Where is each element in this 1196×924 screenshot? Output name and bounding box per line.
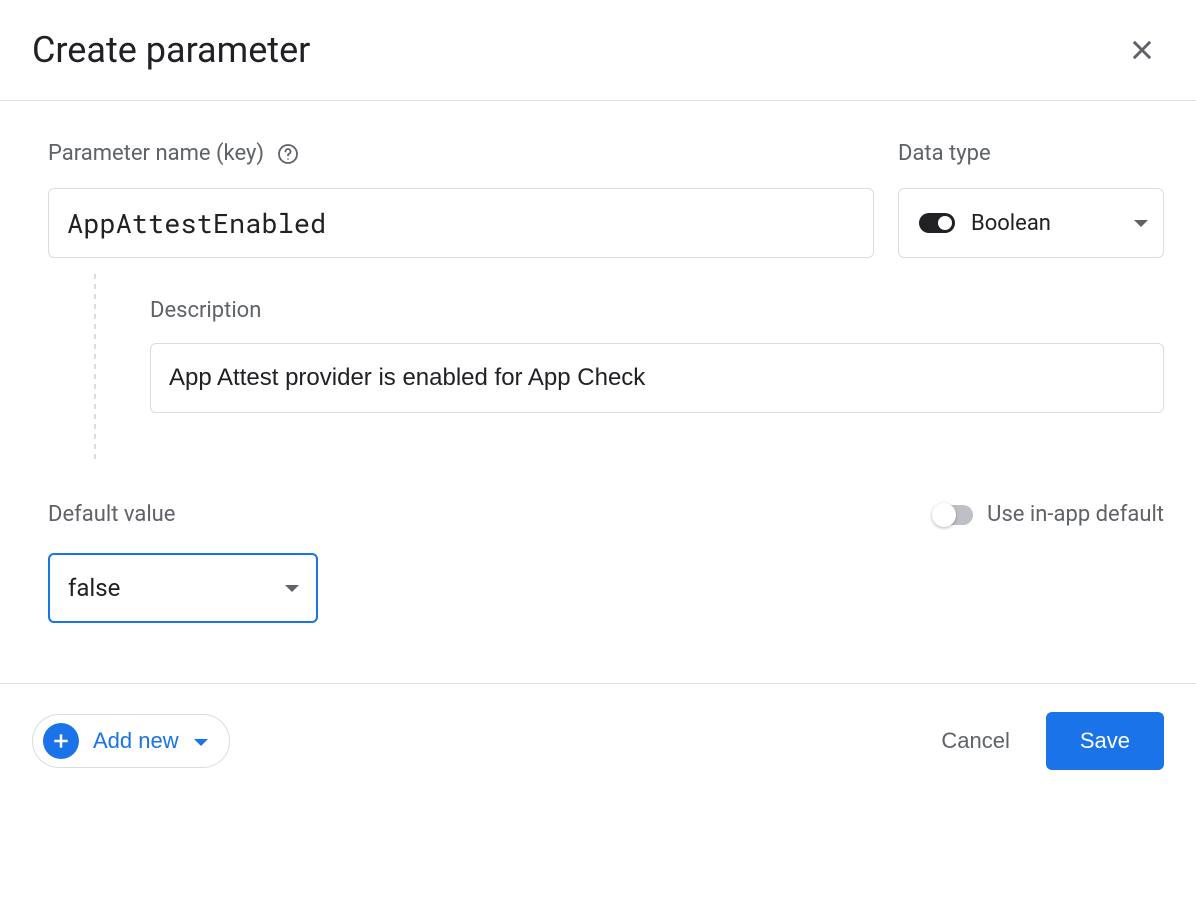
default-value-text: false — [68, 574, 120, 602]
inapp-default-toggle-group: Use in-app default — [933, 502, 1164, 527]
default-value-label: Default value — [48, 502, 175, 527]
datatype-select-text: Boolean — [971, 211, 1051, 236]
description-fields: Description — [150, 274, 1164, 464]
param-name-label-row: Parameter name (key) — [48, 141, 874, 166]
cancel-button[interactable]: Cancel — [941, 728, 1009, 754]
boolean-toggle-icon — [919, 213, 955, 233]
default-value-row: Default value Use in-app default — [48, 502, 1164, 527]
datatype-select-left: Boolean — [919, 211, 1051, 236]
datatype-label-row: Data type — [898, 141, 1164, 166]
param-name-input[interactable] — [48, 188, 874, 258]
description-label: Description — [150, 298, 1164, 323]
plus-icon — [43, 723, 79, 759]
dialog-content: Parameter name (key) Data type — [0, 101, 1196, 683]
dialog-header: Create parameter — [0, 0, 1196, 100]
datatype-group: Data type Boolean — [898, 141, 1164, 258]
chevron-down-icon — [1133, 214, 1149, 233]
param-name-label: Parameter name (key) — [48, 141, 264, 166]
chevron-down-icon — [284, 579, 300, 598]
add-new-button[interactable]: Add new — [32, 714, 230, 768]
save-button[interactable]: Save — [1046, 712, 1164, 770]
description-input[interactable] — [150, 343, 1164, 413]
tree-connector — [94, 274, 96, 464]
chevron-down-icon — [193, 728, 209, 754]
dialog-title: Create parameter — [32, 29, 310, 71]
datatype-select[interactable]: Boolean — [898, 188, 1164, 258]
default-value-section: Default value Use in-app default false — [48, 502, 1164, 623]
inapp-default-switch[interactable] — [933, 505, 973, 525]
datatype-label: Data type — [898, 141, 991, 166]
dialog-footer: Add new Cancel Save — [0, 684, 1196, 798]
footer-actions: Cancel Save — [941, 712, 1164, 770]
create-parameter-dialog: Create parameter Parameter name (key) — [0, 0, 1196, 798]
description-section: Description — [48, 274, 1164, 464]
inapp-default-label: Use in-app default — [987, 502, 1164, 527]
top-fields-row: Parameter name (key) Data type — [48, 141, 1164, 258]
param-name-group: Parameter name (key) — [48, 141, 874, 258]
close-button[interactable] — [1120, 28, 1164, 72]
default-value-select[interactable]: false — [48, 553, 318, 623]
help-icon[interactable] — [276, 142, 300, 166]
add-new-label: Add new — [93, 728, 179, 754]
close-icon — [1128, 36, 1156, 64]
